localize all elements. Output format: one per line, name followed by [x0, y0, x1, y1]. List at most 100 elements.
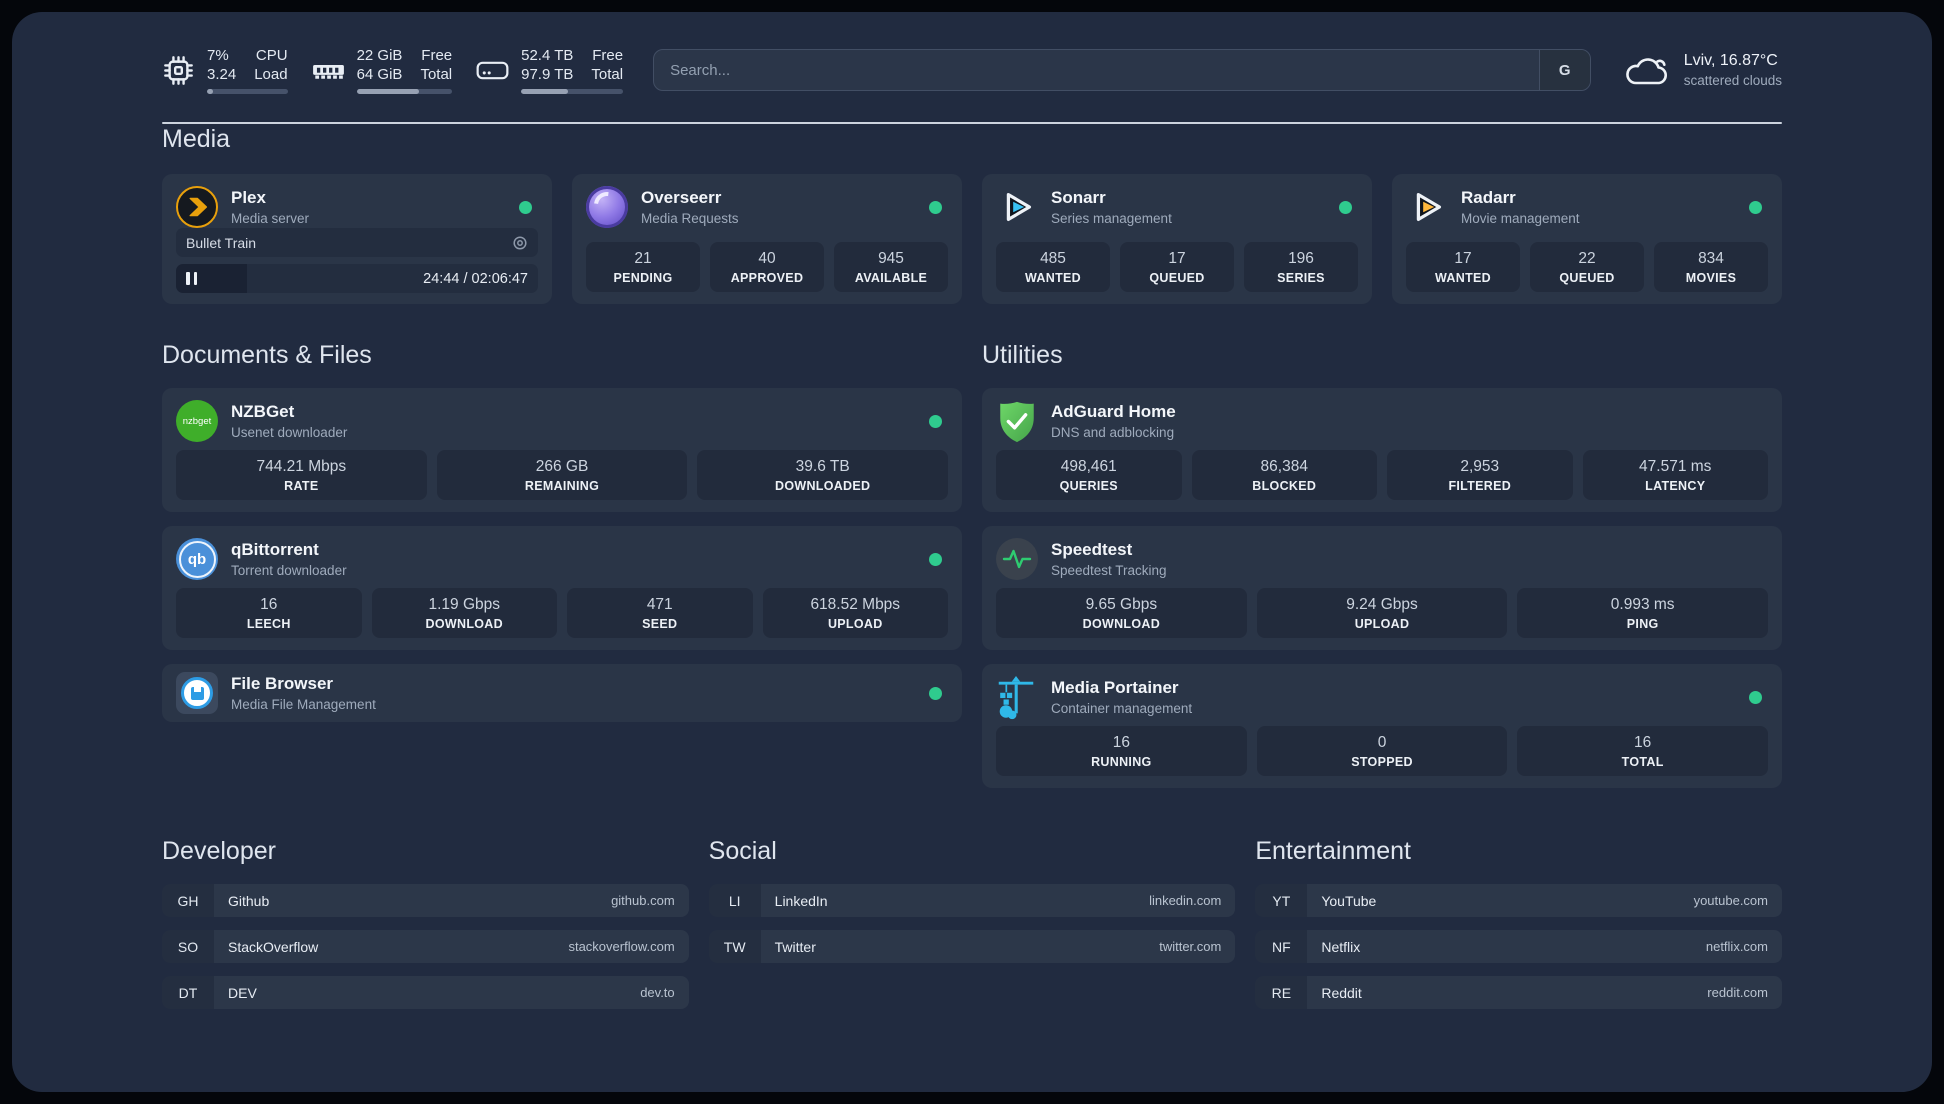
app-title: Plex [231, 188, 266, 207]
stat-wanted: 17 WANTED [1406, 242, 1520, 292]
bookmark-name: Twitter [774, 938, 816, 955]
app-card-speedtest[interactable]: Speedtest Speedtest Tracking 9.65 Gbps DO… [982, 526, 1782, 650]
cpu-labels: CPU Load [254, 47, 288, 83]
overseerr-icon [586, 186, 628, 228]
section-title-developer: Developer [162, 837, 276, 865]
app-desc: DNS and adblocking [1051, 425, 1175, 440]
status-dot [929, 414, 942, 428]
bookmark-twitter[interactable]: TW Twitter twitter.com [708, 930, 1236, 963]
stat-upload: 618.52 Mbps UPLOAD [762, 588, 948, 638]
search-input[interactable] [654, 50, 1539, 90]
stat-stopped: 0 STOPPED [1256, 726, 1508, 776]
bookmark-stackoverflow[interactable]: SO StackOverflow stackoverflow.com [162, 930, 689, 963]
stat-leech: 16 LEECH [176, 588, 362, 638]
stat-queued: 17 QUEUED [1120, 242, 1234, 292]
topbar: 7% 3.24 CPU Load 22 GiB 64 GiB Free Tota… [162, 44, 1782, 96]
pause-icon [186, 272, 197, 285]
bookmark-dev[interactable]: DT DEV dev.to [162, 976, 689, 1009]
bookmark-name: YouTube [1321, 892, 1377, 909]
stat-available: 945 AVAILABLE [834, 242, 948, 292]
bookmark-url: twitter.com [1159, 939, 1222, 954]
utilities-column: Utilities AdGuard Home DNS and adblockin… [982, 340, 1782, 788]
stat-ping: 0.993 ms PING [1517, 588, 1769, 638]
playback-time: 24:44 / 02:06:47 [423, 270, 528, 287]
app-card-filebrowser[interactable]: File Browser Media File Management [162, 664, 962, 722]
app-card-plex[interactable]: Plex Media server Bullet Train 24:44 / 0… [162, 174, 552, 304]
cloud-icon [1625, 58, 1667, 85]
status-dot [929, 200, 942, 214]
bookmark-reddit[interactable]: RE Reddit reddit.com [1255, 976, 1782, 1009]
cpu-values: 7% 3.24 [207, 47, 237, 83]
bookmark-url: stackoverflow.com [568, 939, 675, 954]
weather-condition: scattered clouds [1683, 73, 1782, 88]
app-card-radarr[interactable]: Radarr Movie management 17 WANTED 22 QUEUE… [1392, 174, 1782, 304]
bookmark-url: netflix.com [1705, 939, 1768, 954]
section-title-entertainment: Entertainment [1255, 837, 1411, 865]
section-title-utilities: Utilities [982, 341, 1063, 369]
bookmark-github[interactable]: GH Github github.com [162, 884, 689, 917]
disk-usage-bar [521, 89, 624, 94]
stat-blocked: 86,384 BLOCKED [1191, 450, 1377, 500]
ram-icon [312, 64, 344, 79]
disk-values: 52.4 TB 97.9 TB [521, 47, 574, 83]
app-title: Sonarr [1051, 188, 1106, 207]
filebrowser-icon [176, 672, 218, 714]
bookmark-abbr: YT [1255, 884, 1308, 917]
bookmark-abbr: GH [162, 884, 214, 917]
app-desc: Series management [1051, 211, 1172, 226]
app-title: Radarr [1461, 188, 1516, 207]
app-desc: Media server [231, 211, 310, 226]
cpu-icon [164, 55, 193, 85]
bookmark-abbr: NF [1255, 930, 1308, 963]
stat-remaining: 266 GB REMAINING [436, 450, 688, 500]
app-desc: Media Requests [641, 211, 739, 226]
bookmark-name: StackOverflow [228, 938, 319, 955]
section-title-documents: Documents & Files [162, 341, 372, 369]
adguard-icon [996, 400, 1038, 443]
speedtest-icon [996, 538, 1038, 580]
bookmark-url: reddit.com [1707, 985, 1768, 1000]
dashboard-root: 7% 3.24 CPU Load 22 GiB 64 GiB Free Tota… [12, 12, 1932, 1092]
search-provider-button[interactable]: G [1538, 50, 1590, 90]
bookmark-youtube[interactable]: YT YouTube youtube.com [1255, 884, 1782, 917]
stat-pending: 21 PENDING [586, 242, 700, 292]
disk-widget: 52.4 TB 97.9 TB Free Total [476, 46, 624, 94]
app-desc: Media File Management [231, 697, 376, 712]
stat-wanted: 485 WANTED [996, 242, 1110, 292]
bookmark-group-social: Social LI LinkedIn linkedin.com TW Twitte… [708, 836, 1236, 1009]
app-card-overseerr[interactable]: Overseerr Media Requests 21 PENDING 40 APP… [572, 174, 962, 304]
bookmark-netflix[interactable]: NF Netflix netflix.com [1255, 930, 1782, 963]
app-title: Speedtest [1051, 540, 1133, 559]
stat-approved: 40 APPROVED [710, 242, 824, 292]
bookmark-abbr: DT [162, 976, 214, 1009]
app-desc: Movie management [1461, 211, 1580, 226]
app-title: AdGuard Home [1051, 402, 1176, 421]
qbittorrent-icon: qb [176, 538, 218, 580]
bookmark-name: Github [228, 892, 270, 909]
status-dot [929, 552, 942, 566]
app-card-adguard[interactable]: AdGuard Home DNS and adblocking 498,461 Q… [982, 388, 1782, 512]
stat-downloaded: 39.6 TB DOWNLOADED [697, 450, 949, 500]
memory-widget: 22 GiB 64 GiB Free Total [312, 46, 453, 94]
stat-seed: 471 SEED [567, 588, 753, 638]
app-card-portainer[interactable]: Media Portainer Container management 16 R… [982, 664, 1782, 788]
plex-icon [176, 186, 218, 228]
stat-running: 16 RUNNING [996, 726, 1247, 776]
bookmark-name: Reddit [1321, 984, 1362, 1001]
disc-icon [513, 235, 527, 250]
stat-queries: 498,461 QUERIES [996, 450, 1182, 500]
bookmark-url: github.com [611, 893, 675, 908]
memory-labels: Free Total [420, 47, 453, 83]
stat-download: 1.19 Gbps DOWNLOAD [371, 588, 557, 638]
bookmark-abbr: TW [708, 930, 761, 963]
now-playing-title: Bullet Train [186, 234, 257, 251]
radarr-icon [1406, 186, 1448, 228]
playback-progress-bar: 24:44 / 02:06:47 [176, 264, 538, 293]
bookmark-name: Netflix [1321, 938, 1361, 955]
app-card-qbittorrent[interactable]: qb qBittorrent Torrent downloader 16 LEEC… [162, 526, 962, 650]
section-title-social: Social [708, 837, 777, 865]
app-card-sonarr[interactable]: Sonarr Series management 485 WANTED 17 QUE… [982, 174, 1372, 304]
cpu-usage-bar [207, 89, 288, 94]
bookmark-linkedin[interactable]: LI LinkedIn linkedin.com [708, 884, 1236, 917]
app-card-nzbget[interactable]: nzbget NZBGet Usenet downloader 744.21 M… [162, 388, 962, 512]
